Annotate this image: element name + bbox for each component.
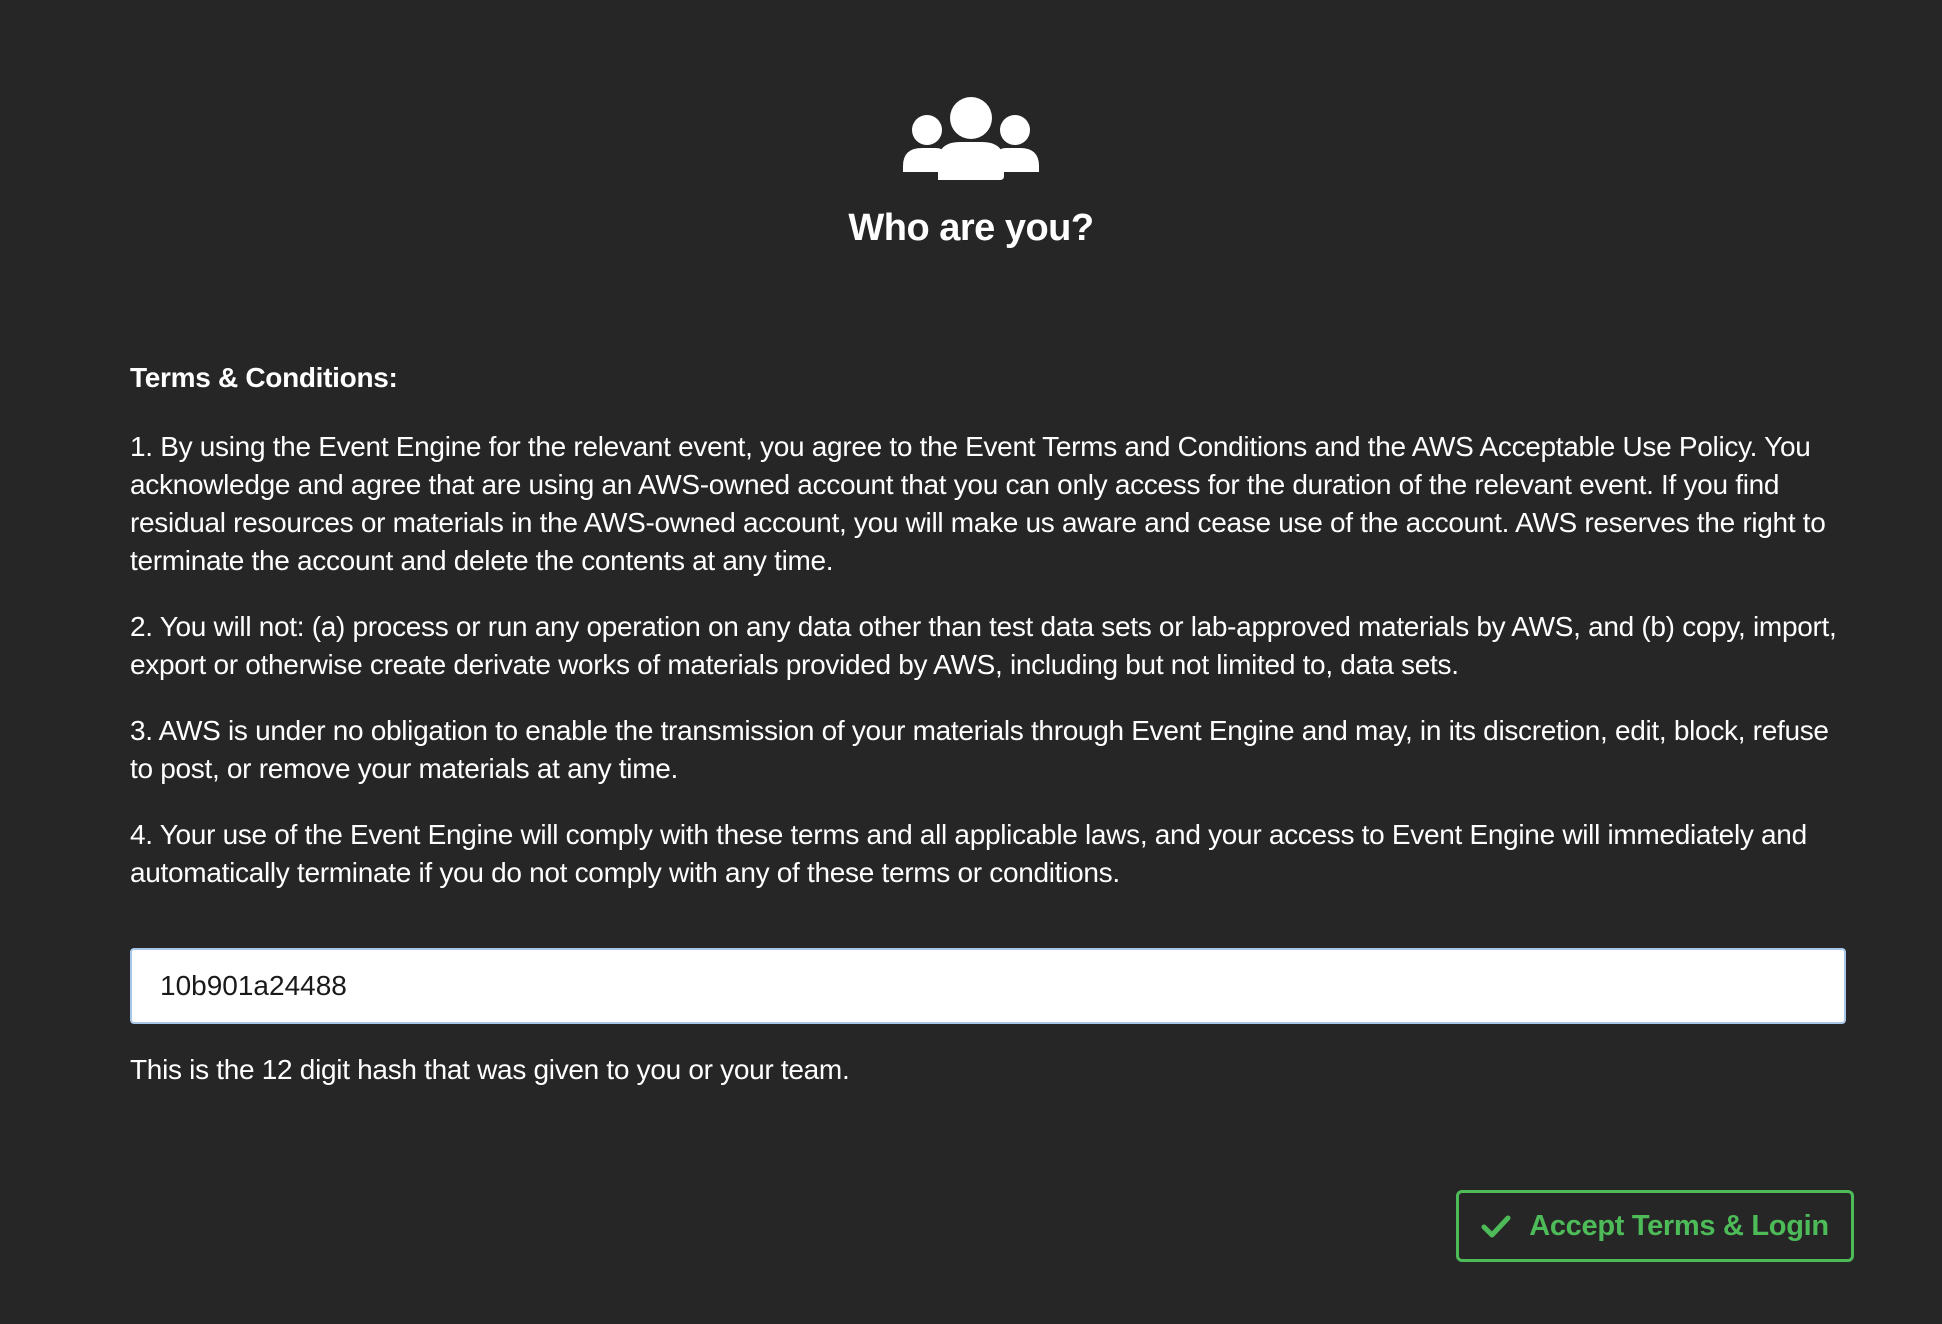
accept-terms-login-button[interactable]: Accept Terms & Login <box>1456 1190 1854 1262</box>
page-title: Who are you? <box>848 207 1094 249</box>
terms-item: 2. You will not: (a) process or run any … <box>130 611 1837 680</box>
accept-button-label: Accept Terms & Login <box>1529 1209 1829 1242</box>
users-group-icon <box>902 96 1040 180</box>
terms-item: 1. By using the Event Engine for the rel… <box>130 431 1826 576</box>
terms-list: 1. By using the Event Engine for the rel… <box>130 428 1846 892</box>
terms-section: Terms & Conditions: 1. By using the Even… <box>130 362 1846 920</box>
terms-item: 3. AWS is under no obligation to enable … <box>130 715 1829 784</box>
hash-help-text: This is the 12 digit hash that was given… <box>130 1054 850 1085</box>
page-header: Who are you? <box>0 96 1942 250</box>
terms-item: 4. Your use of the Event Engine will com… <box>130 819 1807 888</box>
event-hash-input[interactable] <box>130 948 1846 1024</box>
terms-heading: Terms & Conditions: <box>130 362 398 393</box>
checkmark-icon <box>1481 1214 1511 1238</box>
